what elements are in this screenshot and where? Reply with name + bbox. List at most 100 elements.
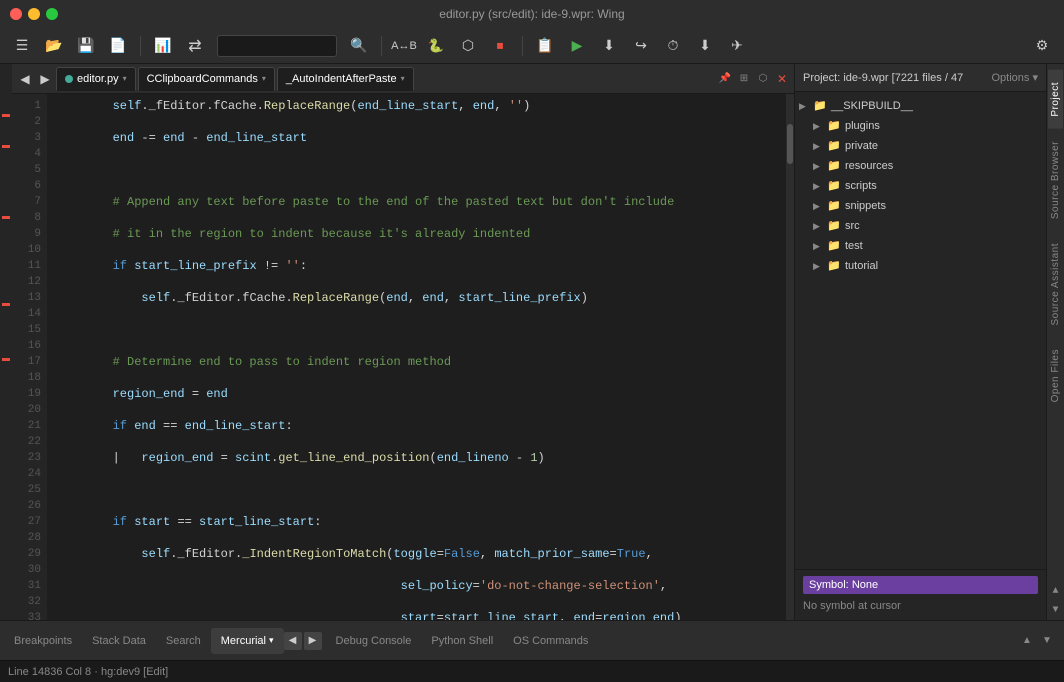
bottom-end-down[interactable]: ▼ <box>1038 632 1056 650</box>
toolbar-settings-btn[interactable]: ⚙ <box>1028 33 1056 59</box>
tab-dropdown-class[interactable]: ▾ <box>262 74 266 83</box>
tab-method[interactable]: _AutoIndentAfterPaste ▾ <box>277 67 414 91</box>
tree-arrow-test: ▶ <box>813 241 827 252</box>
folder-icon-tutorial: 📁 <box>827 259 841 273</box>
toolbar-search-input[interactable] <box>217 35 337 57</box>
tree-item-skipbuild[interactable]: ▶ 📁 __SKIPBUILD__ <box>795 96 1046 116</box>
project-options-btn[interactable]: Options ▾ <box>992 71 1039 84</box>
side-tab-open-files[interactable]: Open Files <box>1048 337 1063 414</box>
breakpoint-marker-3[interactable] <box>2 216 10 219</box>
tree-arrow-private: ▶ <box>813 141 827 152</box>
window-controls[interactable] <box>10 8 58 20</box>
bottom-end-up[interactable]: ▲ <box>1018 632 1036 650</box>
tree-item-src[interactable]: ▶ 📁 src <box>795 216 1046 236</box>
project-title: Project: ide-9.wpr [7221 files / 47 <box>803 72 963 84</box>
side-tab-source-assistant[interactable]: Source Assistant <box>1048 231 1063 337</box>
code-content[interactable]: self._fEditor.fCache.ReplaceRange(end_li… <box>47 94 786 620</box>
bottom-tab-stackdata[interactable]: Stack Data <box>82 628 156 654</box>
toolbar-stepinto-btn[interactable]: ⬇ <box>595 33 623 59</box>
toolbar-run-btn[interactable]: ▶ <box>563 33 591 59</box>
scroll-thumb[interactable] <box>787 124 793 164</box>
tab-action-close[interactable]: ✕ <box>774 71 790 87</box>
tree-arrow-src: ▶ <box>813 221 827 232</box>
side-tab-strip: Project Source Browser Source Assistant … <box>1046 64 1064 620</box>
bottom-tab-mercurial-label: Mercurial <box>221 635 266 647</box>
toolbar-stop-btn[interactable]: ⏹ <box>486 33 514 59</box>
tab-icon-editor <box>65 75 73 83</box>
bottom-tab-breakpoints[interactable]: Breakpoints <box>4 628 82 654</box>
side-tab-source-browser[interactable]: Source Browser <box>1048 129 1063 231</box>
tree-item-private[interactable]: ▶ 📁 private <box>795 136 1046 156</box>
tree-arrow-scripts: ▶ <box>813 181 827 192</box>
right-sidebar: Project: ide-9.wpr [7221 files / 47 Opti… <box>794 64 1064 620</box>
toolbar-new-btn[interactable]: ☰ <box>8 33 36 59</box>
tree-item-tutorial[interactable]: ▶ 📁 tutorial <box>795 256 1046 276</box>
tree-label-scripts: scripts <box>845 180 877 192</box>
bottom-tab-search[interactable]: Search <box>156 628 211 654</box>
minimize-button[interactable] <box>28 8 40 20</box>
tree-label-test: test <box>845 240 863 252</box>
tree-item-resources[interactable]: ▶ 📁 resources <box>795 156 1046 176</box>
line-numbers: 1 2 3 4 5 6 7 8 9 10 11 12 13 14 15 16 1… <box>12 94 47 620</box>
tab-editor-py[interactable]: editor.py ▾ <box>56 67 136 91</box>
close-button[interactable] <box>10 8 22 20</box>
toolbar-save-btn[interactable]: 💾 <box>72 33 100 59</box>
breakpoint-marker-5[interactable] <box>2 358 10 361</box>
toolbar-open-btn[interactable]: 📂 <box>40 33 68 59</box>
bottom-tab-debugconsole[interactable]: Debug Console <box>326 628 422 654</box>
toolbar-download-btn[interactable]: ⬇ <box>691 33 719 59</box>
tree-item-plugins[interactable]: ▶ 📁 plugins <box>795 116 1046 136</box>
bottom-tab-pythonshell[interactable]: Python Shell <box>421 628 503 654</box>
bottom-nav-next[interactable]: ▶ <box>304 632 322 650</box>
toolbar: ☰ 📂 💾 📄 📊 ⇄ 🔍 A↔B 🐍 ⬡ ⏹ 📋 ▶ ⬇ ↪ ⏱ ⬇ ✈ ⚙ <box>0 28 1064 64</box>
tab-dropdown-editor[interactable]: ▾ <box>123 74 127 83</box>
tab-nav-prev[interactable]: ◀ <box>16 70 34 88</box>
toolbar-sep-2 <box>381 36 382 56</box>
toolbar-saveas-btn[interactable]: 📄 <box>104 33 132 59</box>
tree-arrow-plugins: ▶ <box>813 121 827 132</box>
breakpoint-marker-1[interactable] <box>2 114 10 117</box>
toolbar-chart-btn[interactable]: 📊 <box>149 33 177 59</box>
maximize-button[interactable] <box>46 8 58 20</box>
symbol-label: Symbol: <box>809 579 849 591</box>
bottom-tab-mercurial[interactable]: Mercurial ▾ <box>211 628 284 654</box>
tab-nav-next[interactable]: ▶ <box>36 70 54 88</box>
code-editor[interactable]: 1 2 3 4 5 6 7 8 9 10 11 12 13 14 15 16 1… <box>12 94 794 620</box>
toolbar-hex-btn[interactable]: ⬡ <box>454 33 482 59</box>
toolbar-stepover-btn[interactable]: ↪ <box>627 33 655 59</box>
tab-action-split[interactable]: ⊞ <box>736 71 752 87</box>
tab-dropdown-method[interactable]: ▾ <box>401 74 405 83</box>
tree-arrow-skipbuild: ▶ <box>799 101 813 112</box>
tab-class[interactable]: CClipboardCommands ▾ <box>138 67 275 91</box>
folder-icon-skipbuild: 📁 <box>813 99 827 113</box>
toolbar-timer-btn[interactable]: ⏱ <box>659 33 687 59</box>
tree-item-snippets[interactable]: ▶ 📁 snippets <box>795 196 1046 216</box>
tab-action-float[interactable]: ⬡ <box>755 71 771 87</box>
breakpoint-marker-2[interactable] <box>2 145 10 148</box>
toolbar-swap-btn[interactable]: ⇄ <box>181 33 209 59</box>
side-tab-up-arrow[interactable]: ▲ <box>1048 582 1062 601</box>
bottom-tabs: Breakpoints Stack Data Search Mercurial … <box>0 628 1018 654</box>
bottom-nav-prev[interactable]: ◀ <box>284 632 302 650</box>
tab-label-method: _AutoIndentAfterPaste <box>286 73 397 85</box>
left-gutter <box>0 64 12 620</box>
tree-item-scripts[interactable]: ▶ 📁 scripts <box>795 176 1046 196</box>
toolbar-python-btn[interactable]: 🐍 <box>422 33 450 59</box>
symbol-panel: Symbol: None No symbol at cursor <box>795 569 1046 620</box>
toolbar-plane-btn[interactable]: ✈ <box>723 33 751 59</box>
toolbar-search-btn[interactable]: 🔍 <box>345 33 373 59</box>
tree-arrow-tutorial: ▶ <box>813 261 827 272</box>
side-tab-down-arrow[interactable]: ▼ <box>1048 601 1062 620</box>
folder-icon-private: 📁 <box>827 139 841 153</box>
tree-item-test[interactable]: ▶ 📁 test <box>795 236 1046 256</box>
bottom-tab-mercurial-arrow[interactable]: ▾ <box>269 635 274 646</box>
toolbar-new2-btn[interactable]: 📋 <box>531 33 559 59</box>
folder-icon-resources: 📁 <box>827 159 841 173</box>
breakpoint-marker-4[interactable] <box>2 303 10 306</box>
tab-action-pin[interactable]: 📌 <box>717 71 733 87</box>
toolbar-replace-btn[interactable]: A↔B <box>390 33 418 59</box>
side-tab-project[interactable]: Project <box>1048 70 1063 129</box>
bottom-tab-oscommands[interactable]: OS Commands <box>503 628 598 654</box>
scrollbar[interactable] <box>786 94 794 620</box>
tree-label-plugins: plugins <box>845 120 880 132</box>
